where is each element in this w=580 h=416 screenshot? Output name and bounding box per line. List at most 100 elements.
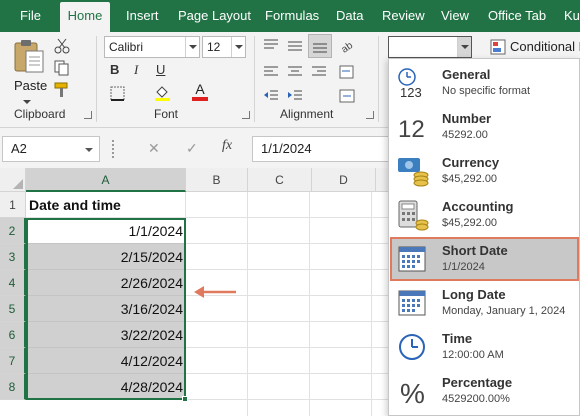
orientation-icon[interactable]: ab [338, 36, 356, 54]
underline-button[interactable]: U [156, 62, 165, 77]
cell-a1[interactable]: Date and time [26, 192, 186, 218]
format-example: Monday, January 1, 2024 [442, 305, 566, 317]
tab-view[interactable]: View [441, 0, 469, 32]
bold-button[interactable]: B [110, 62, 119, 77]
cell-a7[interactable]: 4/12/2024 [26, 348, 186, 374]
font-group-label: Font [154, 107, 179, 121]
format-option-general[interactable]: 123 General No specific format [390, 61, 579, 105]
cell-a8[interactable]: 4/28/2024 [26, 374, 186, 400]
row-header-7[interactable]: 7 [0, 348, 26, 374]
formula-input[interactable]: 1/1/2024 [252, 136, 392, 162]
drag-handle-icon[interactable] [112, 140, 114, 158]
fill-handle[interactable] [182, 396, 188, 402]
font-color-button[interactable]: A [192, 82, 208, 102]
decrease-indent-icon[interactable] [262, 88, 280, 104]
group-divider [254, 36, 255, 122]
italic-button[interactable]: I [134, 62, 138, 78]
row-header-3[interactable]: 3 [0, 244, 26, 270]
formula-content: 1/1/2024 [261, 141, 312, 156]
alignment-launcher-icon[interactable] [366, 111, 374, 119]
row-header-5[interactable]: 5 [0, 296, 26, 322]
cut-icon[interactable] [54, 38, 70, 54]
cell-a6[interactable]: 3/22/2024 [26, 322, 186, 348]
svg-text:ab: ab [340, 40, 356, 54]
column-header-b[interactable]: B [186, 168, 248, 192]
font-name-value: Calibri [109, 40, 144, 54]
cell-a5[interactable]: 3/16/2024 [26, 296, 186, 322]
format-option-accounting[interactable]: Accounting $45,292.00 [390, 193, 579, 237]
increase-indent-icon[interactable] [286, 88, 304, 104]
row-header-4[interactable]: 4 [0, 270, 26, 296]
format-example: $45,292.00 [442, 217, 498, 229]
merge-center-icon[interactable] [338, 88, 356, 104]
align-bottom-button[interactable] [308, 34, 332, 58]
paste-button[interactable]: Paste [10, 38, 48, 98]
conditional-formatting-button[interactable]: Conditional F [490, 36, 580, 58]
fill-color-icon[interactable] [154, 84, 172, 102]
format-option-short-date[interactable]: Short Date 1/1/2024 [390, 237, 579, 281]
cell-a3[interactable]: 2/15/2024 [26, 244, 186, 270]
empty-cells-area[interactable] [186, 192, 388, 416]
select-all-corner[interactable] [0, 168, 26, 192]
format-painter-icon[interactable] [54, 82, 70, 98]
pointer-arrow-icon [194, 286, 236, 298]
borders-icon[interactable] [110, 86, 126, 102]
cell-a2[interactable]: 1/1/2024 [26, 218, 186, 244]
enter-icon[interactable]: ✓ [186, 140, 198, 157]
format-option-currency[interactable]: Currency $45,292.00 [390, 149, 579, 193]
font-launcher-icon[interactable] [242, 111, 250, 119]
row-header-2[interactable]: 2 [0, 218, 26, 244]
cancel-icon[interactable]: ✕ [148, 140, 160, 157]
paste-dropdown-icon[interactable] [23, 100, 31, 104]
format-option-long-date[interactable]: Long Date Monday, January 1, 2024 [390, 281, 579, 325]
tab-formulas[interactable]: Formulas [265, 0, 319, 32]
conditional-formatting-icon [490, 39, 506, 55]
align-right-icon[interactable] [310, 64, 328, 80]
format-option-percentage[interactable]: % Percentage 4529200.00% [390, 369, 579, 413]
format-name: Percentage [442, 375, 513, 390]
tab-home[interactable]: Home [60, 2, 110, 32]
tab-file[interactable]: File [20, 0, 41, 32]
align-middle-icon[interactable] [286, 38, 304, 54]
cell-a4[interactable]: 2/26/2024 [26, 270, 186, 296]
column-header-d[interactable]: D [312, 168, 376, 192]
calendar-icon [398, 290, 426, 316]
currency-format-icon [398, 158, 429, 187]
clipboard-launcher-icon[interactable] [84, 111, 92, 119]
wrap-text-icon[interactable] [338, 64, 356, 80]
row-header-6[interactable]: 6 [0, 322, 26, 348]
name-box[interactable]: A2 [2, 136, 100, 162]
format-example: 12:00:00 AM [442, 349, 504, 361]
tab-kutools[interactable]: Kutools [564, 0, 580, 32]
tab-data[interactable]: Data [336, 0, 363, 32]
format-example: $45,292.00 [442, 173, 498, 185]
format-name: Long Date [442, 287, 506, 302]
number-format-select[interactable] [388, 36, 472, 58]
tab-office-tab[interactable]: Office Tab [488, 0, 546, 32]
align-center-icon[interactable] [286, 64, 304, 80]
copy-icon[interactable] [54, 60, 70, 76]
row-header-1[interactable]: 1 [0, 192, 26, 218]
tab-insert[interactable]: Insert [126, 0, 159, 32]
align-left-icon[interactable] [262, 64, 280, 80]
row-header-8[interactable]: 8 [0, 374, 26, 400]
number-format-icon: 12 [398, 116, 425, 143]
tab-review[interactable]: Review [382, 0, 425, 32]
chevron-down-icon [185, 37, 199, 57]
number-format-dropdown: 123 General No specific format 12 Number… [388, 58, 580, 416]
format-option-number[interactable]: 12 Number 45292.00 [390, 105, 579, 149]
font-size-select[interactable]: 12 [202, 36, 246, 58]
chevron-down-icon [231, 37, 245, 57]
insert-function-button[interactable]: fx [222, 138, 232, 154]
format-name: Currency [442, 155, 500, 170]
format-option-time[interactable]: Time 12:00:00 AM [390, 325, 579, 369]
name-box-value: A2 [11, 141, 27, 156]
accounting-format-icon [398, 200, 429, 231]
alignment-group-label: Alignment [280, 107, 334, 121]
tab-page-layout[interactable]: Page Layout [178, 0, 251, 32]
column-header-c[interactable]: C [248, 168, 312, 192]
align-top-icon[interactable] [262, 38, 280, 54]
svg-text:12: 12 [398, 116, 425, 143]
font-name-select[interactable]: Calibri [104, 36, 200, 58]
column-header-a[interactable]: A [26, 168, 186, 192]
